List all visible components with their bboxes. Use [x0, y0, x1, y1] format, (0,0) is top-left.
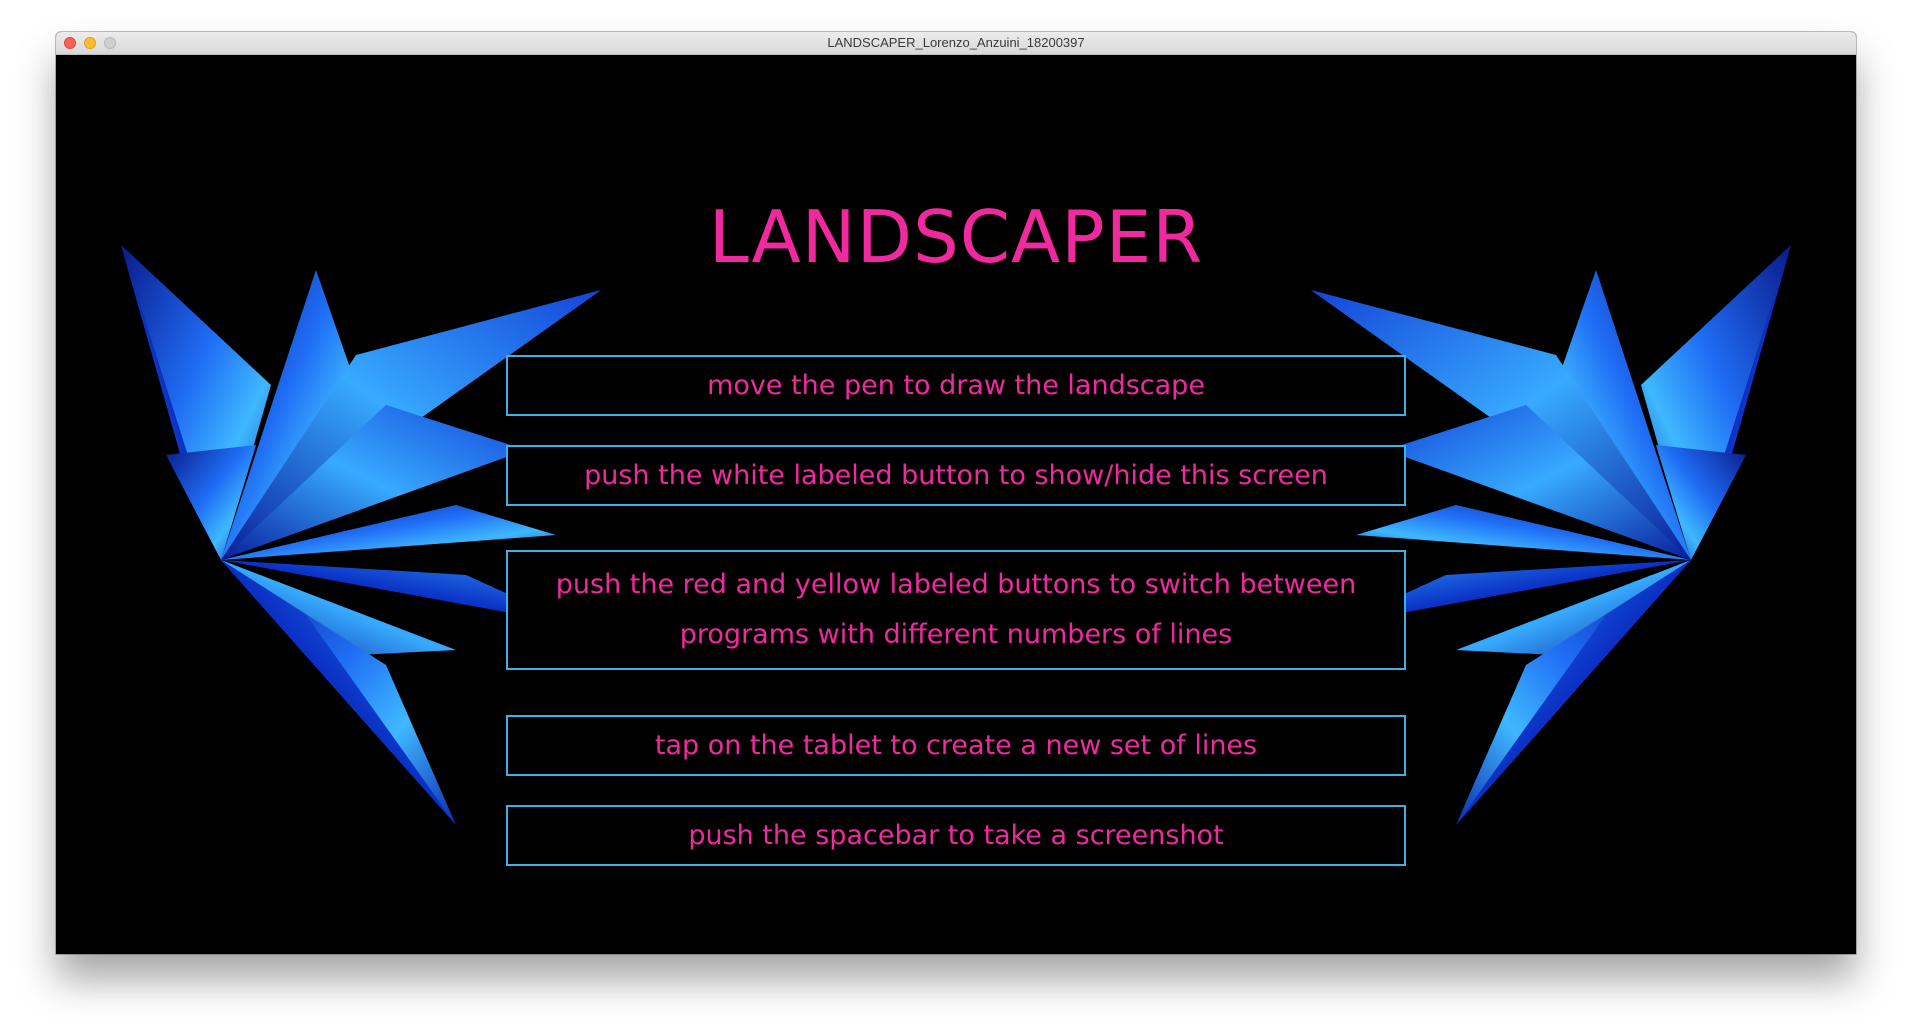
- window-titlebar[interactable]: LANDSCAPER_Lorenzo_Anzuini_18200397: [56, 32, 1856, 55]
- sketch-canvas[interactable]: LANDSCAPER move the pen to draw the land…: [56, 55, 1856, 954]
- instruction-switch-programs: push the red and yellow labeled buttons …: [506, 550, 1406, 670]
- window-title: LANDSCAPER_Lorenzo_Anzuini_18200397: [827, 35, 1085, 50]
- app-window: LANDSCAPER_Lorenzo_Anzuini_18200397 LAND…: [56, 32, 1856, 954]
- instruction-toggle-screen: push the white labeled button to show/hi…: [506, 445, 1406, 506]
- instruction-draw: move the pen to draw the landscape: [506, 355, 1406, 416]
- instruction-screenshot: push the spacebar to take a screenshot: [506, 805, 1406, 866]
- instruction-new-lines: tap on the tablet to create a new set of…: [506, 715, 1406, 776]
- app-title: LANDSCAPER: [708, 195, 1204, 279]
